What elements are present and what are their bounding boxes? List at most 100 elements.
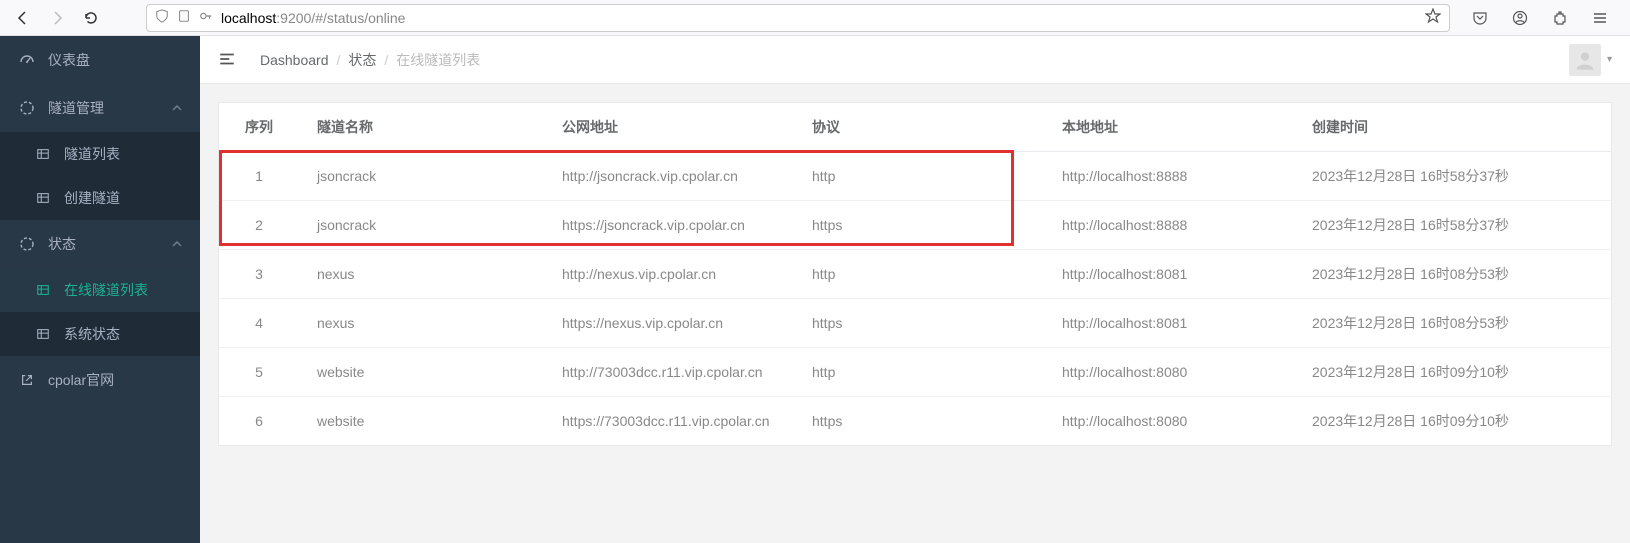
shield-icon	[155, 9, 169, 26]
table-row: 5websitehttp://73003dcc.r11.vip.cpolar.c…	[219, 348, 1611, 397]
sidebar-item-cpolar-site[interactable]: cpolar官网	[0, 356, 200, 404]
pocket-icon[interactable]	[1466, 4, 1494, 32]
cell-proto: https	[794, 201, 1044, 250]
cell-proto: http	[794, 250, 1044, 299]
col-header-url: 公网地址	[544, 103, 794, 152]
back-button[interactable]	[8, 3, 38, 33]
sidebar: 仪表盘 隧道管理 隧道列表 创建隧道 状态	[0, 36, 200, 543]
sidebar-item-online-tunnels[interactable]: 在线隧道列表	[0, 268, 200, 312]
cell-proto: http	[794, 152, 1044, 201]
table-row: 4nexushttps://nexus.vip.cpolar.cnhttpsht…	[219, 299, 1611, 348]
url-text: localhost:9200/#/status/online	[221, 10, 405, 26]
cell-idx: 5	[219, 348, 299, 397]
status-icon	[18, 235, 36, 253]
cell-proto: https	[794, 299, 1044, 348]
cell-local[interactable]: http://localhost:8081	[1044, 299, 1294, 348]
sidebar-item-label: 状态	[48, 234, 76, 254]
sidebar-item-tunnel-list[interactable]: 隧道列表	[0, 132, 200, 176]
sidebar-item-label: 系统状态	[64, 324, 120, 344]
cell-name: nexus	[299, 250, 544, 299]
external-link-icon	[18, 371, 36, 389]
sidebar-item-dashboard[interactable]: 仪表盘	[0, 36, 200, 84]
chevron-down-icon[interactable]: ▾	[1607, 54, 1612, 65]
cell-idx: 1	[219, 152, 299, 201]
col-header-local: 本地地址	[1044, 103, 1294, 152]
cell-proto: http	[794, 348, 1044, 397]
tunnels-table: 序列 隧道名称 公网地址 协议 本地地址 创建时间 1jsoncrackhttp…	[219, 103, 1611, 445]
lock-icon	[199, 9, 213, 26]
chevron-up-icon	[172, 100, 182, 116]
breadcrumb-status[interactable]: 状态	[348, 50, 376, 70]
sidebar-item-label: 创建隧道	[64, 188, 120, 208]
breadcrumb-current: 在线隧道列表	[396, 50, 480, 70]
app-menu-icon[interactable]	[1586, 4, 1614, 32]
table-icon	[34, 281, 52, 299]
address-bar[interactable]: localhost:9200/#/status/online	[146, 4, 1450, 32]
cell-url[interactable]: https://nexus.vip.cpolar.cn	[544, 299, 794, 348]
cell-name: jsoncrack	[299, 152, 544, 201]
cell-name: nexus	[299, 299, 544, 348]
table-row: 1jsoncrackhttp://jsoncrack.vip.cpolar.cn…	[219, 152, 1611, 201]
bookmark-icon[interactable]	[1425, 8, 1441, 27]
cell-name: website	[299, 397, 544, 446]
sidebar-item-status[interactable]: 状态	[0, 220, 200, 268]
avatar[interactable]	[1569, 44, 1601, 76]
sidebar-item-label: 隧道列表	[64, 144, 120, 164]
sidebar-item-label: 仪表盘	[48, 50, 90, 70]
cell-created: 2023年12月28日 16时08分53秒	[1294, 299, 1611, 348]
table-icon	[34, 325, 52, 343]
col-header-name: 隧道名称	[299, 103, 544, 152]
sidebar-item-label: cpolar官网	[48, 370, 114, 390]
sidebar-item-label: 隧道管理	[48, 98, 104, 118]
cell-local[interactable]: http://localhost:8080	[1044, 348, 1294, 397]
sidebar-item-tunnel-mgmt[interactable]: 隧道管理	[0, 84, 200, 132]
cell-url[interactable]: https://73003dcc.r11.vip.cpolar.cn	[544, 397, 794, 446]
table-row: 2jsoncrackhttps://jsoncrack.vip.cpolar.c…	[219, 201, 1611, 250]
breadcrumb-separator: /	[384, 52, 388, 68]
cell-local[interactable]: http://localhost:8081	[1044, 250, 1294, 299]
cell-created: 2023年12月28日 16时58分37秒	[1294, 201, 1611, 250]
tunnel-icon	[18, 99, 36, 117]
table-icon	[34, 189, 52, 207]
cell-name: website	[299, 348, 544, 397]
forward-button[interactable]	[42, 3, 72, 33]
sidebar-item-create-tunnel[interactable]: 创建隧道	[0, 176, 200, 220]
cell-proto: https	[794, 397, 1044, 446]
cell-url[interactable]: http://jsoncrack.vip.cpolar.cn	[544, 152, 794, 201]
cell-created: 2023年12月28日 16时09分10秒	[1294, 348, 1611, 397]
cell-url[interactable]: http://73003dcc.r11.vip.cpolar.cn	[544, 348, 794, 397]
reload-button[interactable]	[76, 3, 106, 33]
table-icon	[34, 145, 52, 163]
browser-toolbar: localhost:9200/#/status/online	[0, 0, 1630, 36]
cell-idx: 4	[219, 299, 299, 348]
cell-idx: 6	[219, 397, 299, 446]
topbar: Dashboard / 状态 / 在线隧道列表 ▾	[200, 36, 1630, 84]
extensions-icon[interactable]	[1546, 4, 1574, 32]
sidebar-item-label: 在线隧道列表	[64, 280, 148, 300]
cell-idx: 3	[219, 250, 299, 299]
cell-created: 2023年12月28日 16时09分10秒	[1294, 397, 1611, 446]
cell-created: 2023年12月28日 16时08分53秒	[1294, 250, 1611, 299]
dashboard-icon	[18, 51, 36, 69]
cell-local[interactable]: http://localhost:8888	[1044, 201, 1294, 250]
account-icon[interactable]	[1506, 4, 1534, 32]
sidebar-toggle-button[interactable]	[218, 50, 238, 70]
cell-url[interactable]: http://nexus.vip.cpolar.cn	[544, 250, 794, 299]
col-header-created: 创建时间	[1294, 103, 1611, 152]
cell-local[interactable]: http://localhost:8888	[1044, 152, 1294, 201]
breadcrumb-dashboard[interactable]: Dashboard	[260, 52, 329, 68]
breadcrumb-separator: /	[337, 52, 341, 68]
cell-name: jsoncrack	[299, 201, 544, 250]
cell-url[interactable]: https://jsoncrack.vip.cpolar.cn	[544, 201, 794, 250]
col-header-idx: 序列	[219, 103, 299, 152]
chevron-up-icon	[172, 236, 182, 252]
col-header-proto: 协议	[794, 103, 1044, 152]
table-row: 3nexushttp://nexus.vip.cpolar.cnhttphttp…	[219, 250, 1611, 299]
table-row: 6websitehttps://73003dcc.r11.vip.cpolar.…	[219, 397, 1611, 446]
sidebar-item-system-status[interactable]: 系统状态	[0, 312, 200, 356]
cell-created: 2023年12月28日 16时58分37秒	[1294, 152, 1611, 201]
tunnels-table-panel: 序列 隧道名称 公网地址 协议 本地地址 创建时间 1jsoncrackhttp…	[218, 102, 1612, 446]
breadcrumb: Dashboard / 状态 / 在线隧道列表	[260, 50, 480, 70]
cell-local[interactable]: http://localhost:8080	[1044, 397, 1294, 446]
cell-idx: 2	[219, 201, 299, 250]
